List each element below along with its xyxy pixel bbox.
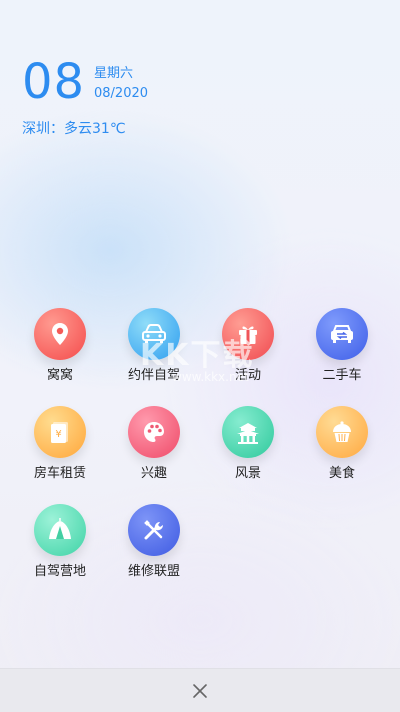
bottom-bar: [0, 668, 400, 712]
cupcake-icon: [333, 421, 351, 442]
menu-item-icon-circle: [222, 406, 274, 458]
menu-item-label: 二手车: [322, 368, 362, 383]
palette-icon: [144, 422, 164, 442]
menu-item-icon-circle: [128, 504, 180, 556]
menu-item-label: 兴趣: [140, 466, 167, 481]
menu-item-label: 风景: [234, 466, 261, 481]
car-exchange-icon: [331, 325, 353, 343]
menu-item-rv-rental[interactable]: ¥ 房车租赁: [13, 406, 107, 482]
menu-item-campsite[interactable]: 自驾营地: [13, 504, 107, 580]
wrench-screwdriver-icon: [144, 520, 163, 540]
menu-item-used-car[interactable]: 二手车: [295, 308, 389, 384]
menu-item-repair-alliance[interactable]: 维修联盟: [107, 504, 201, 580]
menu-item-icon-circle: [34, 308, 86, 360]
menu-item-label: 房车租赁: [33, 466, 86, 481]
menu-item-icon-circle: ¥: [34, 406, 86, 458]
menu-item-icon-circle: [222, 308, 274, 360]
menu-item-label: 窝窝: [46, 368, 73, 383]
menu-item-label: 美食: [328, 466, 355, 481]
svg-text:¥: ¥: [55, 429, 61, 440]
car-icon: [142, 324, 166, 343]
menu-item-interest[interactable]: 兴趣: [107, 406, 201, 482]
menu-item-label: 维修联盟: [127, 564, 180, 579]
menu-item-icon-circle: [316, 308, 368, 360]
location-pin-icon: [52, 323, 68, 345]
menu-item-icon-circle: [316, 406, 368, 458]
tent-icon: [49, 518, 71, 539]
menu-item-food[interactable]: 美食: [295, 406, 389, 482]
menu-item-carpool[interactable]: 约伴自驾: [107, 308, 201, 384]
close-icon: [193, 684, 207, 698]
menu-item-activity[interactable]: 活动: [201, 308, 295, 384]
menu-item-label: 活动: [234, 368, 261, 383]
menu-item-icon-circle: [34, 504, 86, 556]
pavilion-icon: [237, 423, 259, 444]
date-month-year: 08/2020: [94, 86, 149, 101]
date-weekday: 星期六: [94, 66, 134, 81]
menu-item-icon-circle: [128, 406, 180, 458]
menu-item-wowo[interactable]: 窝窝: [13, 308, 107, 384]
weather-text: 深圳：多云31℃: [22, 121, 126, 137]
menu-item-scenery[interactable]: 风景: [201, 406, 295, 482]
menu-item-icon-circle: [128, 308, 180, 360]
menu-item-label: 自驾营地: [33, 564, 86, 579]
menu-item-label: 约伴自驾: [127, 368, 180, 383]
close-button[interactable]: [188, 679, 212, 703]
rental-document-icon: ¥: [51, 422, 68, 443]
gift-icon: [239, 326, 257, 344]
date-day: 08: [22, 54, 86, 110]
